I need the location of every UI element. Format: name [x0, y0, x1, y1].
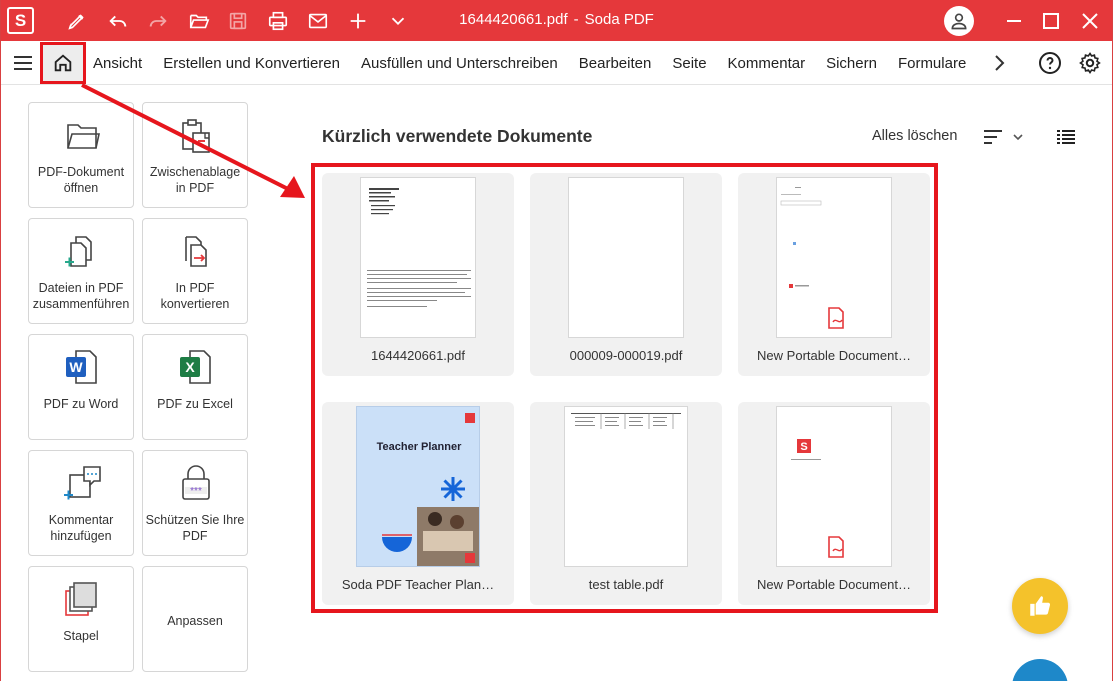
- undo-icon[interactable]: [104, 7, 132, 35]
- document-card[interactable]: 1644420661.pdf: [322, 173, 514, 376]
- tile-in-pdf-konvertieren[interactable]: In PDF konvertieren: [142, 218, 248, 324]
- title-filename: 1644420661.pdf: [459, 11, 568, 28]
- document-thumbnail: [776, 177, 892, 338]
- clear-all-button[interactable]: Alles löschen: [872, 128, 957, 144]
- tile-kommentar[interactable]: Kommentar hinzufügen: [28, 450, 134, 556]
- document-card[interactable]: S New Portable Document…: [738, 402, 930, 605]
- recent-documents-grid: 1644420661.pdf 000009-000019.pdf New Por…: [311, 163, 938, 613]
- list-view-icon[interactable]: [1056, 128, 1076, 146]
- tile-stapel[interactable]: Stapel: [28, 566, 134, 672]
- close-icon[interactable]: [1076, 7, 1104, 35]
- svg-text:X: X: [185, 359, 195, 375]
- menu-sichern[interactable]: Sichern: [826, 55, 877, 72]
- lock-icon: ***: [182, 465, 210, 500]
- tile-label: PDF zu Word: [43, 397, 119, 411]
- svg-text:S: S: [800, 441, 807, 453]
- document-name: Soda PDF Teacher Plan…: [341, 577, 495, 592]
- convert-icon: [185, 236, 207, 267]
- menu-formulare[interactable]: Formulare: [898, 55, 966, 72]
- word-icon: W: [66, 350, 97, 384]
- stack-icon: [65, 582, 97, 616]
- document-card[interactable]: Teacher Planner Soda PDF Teacher Plan…: [322, 402, 514, 605]
- menu-kommentar[interactable]: Kommentar: [728, 55, 806, 72]
- chevron-right-icon[interactable]: [989, 53, 1009, 73]
- menu-erstellen-konvertieren[interactable]: Erstellen und Konvertieren: [163, 55, 340, 72]
- document-card[interactable]: 000009-000019.pdf: [530, 173, 722, 376]
- home-button[interactable]: [40, 42, 86, 84]
- title-separator: -: [573, 11, 579, 28]
- document-thumbnail: [568, 177, 684, 338]
- clipboard-icon: [182, 119, 210, 153]
- chevron-down-icon[interactable]: [384, 7, 412, 35]
- document-thumbnail: Teacher Planner: [356, 406, 480, 567]
- help-icon[interactable]: [1038, 51, 1062, 75]
- comment-icon: [64, 466, 101, 500]
- excel-icon: X: [180, 350, 211, 384]
- pen-icon[interactable]: [63, 7, 91, 35]
- open-folder-icon[interactable]: [185, 7, 213, 35]
- svg-text:W: W: [69, 359, 83, 375]
- menu-bar: Ansicht Erstellen und Konvertieren Ausfü…: [0, 41, 1113, 85]
- svg-text:***: ***: [190, 486, 202, 497]
- document-thumbnail: [564, 406, 688, 567]
- document-name: 1644420661.pdf: [371, 348, 465, 363]
- tile-label: Stapel: [63, 629, 99, 643]
- tile-label: Schützen Sie Ihre PDF: [145, 513, 245, 543]
- pdf-sign-icon: [828, 307, 844, 329]
- save-icon[interactable]: [224, 7, 252, 35]
- document-name: test table.pdf: [588, 577, 664, 592]
- gear-icon[interactable]: [1078, 51, 1102, 75]
- recent-documents-title: Kürzlich verwendete Dokumente: [322, 126, 593, 146]
- sort-icon[interactable]: [982, 127, 1024, 147]
- tile-label: Anpassen: [167, 614, 223, 628]
- document-card[interactable]: New Portable Document…: [738, 173, 930, 376]
- sidebar: PDF-Dokument öffnen Zwischenablage in PD…: [0, 85, 260, 681]
- home-icon: [54, 54, 72, 72]
- tile-label: Kommentar hinzufügen: [48, 513, 114, 543]
- add-icon[interactable]: [344, 7, 372, 35]
- user-avatar-icon[interactable]: [944, 6, 974, 36]
- maximize-icon[interactable]: [1037, 7, 1065, 35]
- redo-icon[interactable]: [144, 7, 172, 35]
- folder-icon: [67, 124, 100, 149]
- tile-label: Zwischenablage in PDF: [149, 165, 241, 195]
- document-name: New Portable Document…: [757, 577, 911, 592]
- thumbs-up-icon: [1030, 596, 1051, 616]
- tile-label: PDF zu Excel: [157, 397, 233, 411]
- tile-label: PDF-Dokument öffnen: [37, 165, 125, 195]
- title-app-name: Soda PDF: [584, 11, 654, 28]
- menu-bearbeiten[interactable]: Bearbeiten: [579, 55, 652, 72]
- document-name: New Portable Document…: [757, 348, 911, 363]
- minimize-icon[interactable]: [1000, 7, 1028, 35]
- menu-ausfuellen-unterschreiben[interactable]: Ausfüllen und Unterschreiben: [361, 55, 558, 72]
- tile-anpassen[interactable]: Anpassen: [142, 566, 248, 672]
- tile-label: Dateien in PDF zusammenführen: [32, 281, 130, 311]
- mail-icon[interactable]: [304, 7, 332, 35]
- tile-label: In PDF konvertieren: [160, 281, 230, 311]
- merge-icon: [65, 236, 92, 267]
- tile-zwischenablage[interactable]: Zwischenablage in PDF: [142, 102, 248, 208]
- tile-pdf-zu-word[interactable]: W PDF zu Word: [28, 334, 134, 440]
- soda-logo-icon[interactable]: S: [7, 7, 34, 34]
- menu-items: Ansicht Erstellen und Konvertieren Ausfü…: [93, 41, 987, 85]
- document-thumbnail: [360, 177, 476, 338]
- tile-schuetzen[interactable]: *** Schützen Sie Ihre PDF: [142, 450, 248, 556]
- tile-zusammenfuehren[interactable]: Dateien in PDF zusammenführen: [28, 218, 134, 324]
- planner-title: Teacher Planner: [377, 441, 462, 453]
- print-icon[interactable]: [264, 7, 292, 35]
- document-card[interactable]: test table.pdf: [530, 402, 722, 605]
- chat-button[interactable]: [1012, 659, 1068, 681]
- title-bar: S 1644420661.pdf - Soda PDF: [0, 0, 1113, 41]
- menu-ansicht[interactable]: Ansicht: [93, 55, 142, 72]
- document-name: 000009-000019.pdf: [569, 348, 683, 363]
- tile-pdf-oeffnen[interactable]: PDF-Dokument öffnen: [28, 102, 134, 208]
- tile-pdf-zu-excel[interactable]: X PDF zu Excel: [142, 334, 248, 440]
- document-thumbnail: S: [776, 406, 892, 567]
- hamburger-menu-icon[interactable]: [12, 53, 34, 73]
- feedback-like-button[interactable]: [1012, 578, 1068, 634]
- menu-seite[interactable]: Seite: [672, 55, 706, 72]
